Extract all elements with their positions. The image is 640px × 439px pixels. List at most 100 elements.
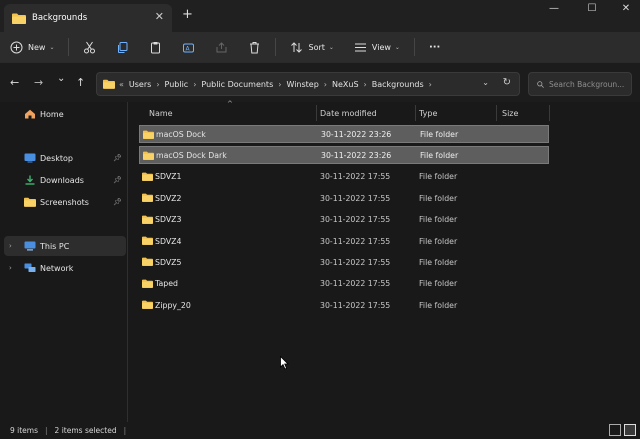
sidebar-item-home[interactable]: Home bbox=[0, 104, 126, 124]
chevron-right-icon[interactable]: › bbox=[193, 80, 196, 89]
crumb-public[interactable]: Public bbox=[165, 80, 189, 89]
address-bar[interactable]: « Users › Public › Public Documents › Wi… bbox=[96, 72, 520, 96]
paste-button[interactable] bbox=[149, 36, 162, 58]
file-row[interactable]: macOS Dock Dark 30-11-2022 23:26 File fold… bbox=[139, 146, 549, 165]
file-date-modified: 30-11-2022 17:55 bbox=[320, 215, 391, 225]
chevron-down-icon: ⌄ bbox=[394, 43, 400, 51]
file-row[interactable]: SDVZ3 30-11-2022 17:55 File folder bbox=[139, 211, 549, 229]
divider: | bbox=[45, 426, 48, 435]
cut-button[interactable] bbox=[83, 36, 96, 58]
up-button[interactable]: ↑ bbox=[76, 76, 85, 89]
folder-icon bbox=[24, 197, 36, 207]
folder-icon bbox=[142, 236, 153, 245]
file-name: SDVZ4 bbox=[155, 236, 182, 246]
file-name: Taped bbox=[155, 279, 178, 289]
file-row[interactable]: Taped 30-11-2022 17:55 File folder bbox=[139, 275, 549, 293]
folder-icon bbox=[143, 130, 154, 139]
file-row[interactable]: SDVZ4 30-11-2022 17:55 File folder bbox=[139, 232, 549, 250]
overflow-crumbs-button[interactable]: « bbox=[119, 80, 124, 89]
maximize-button[interactable]: ☐ bbox=[580, 3, 604, 17]
file-row[interactable]: SDVZ1 30-11-2022 17:55 File folder bbox=[139, 168, 549, 186]
crumb-nexus[interactable]: NeXuS bbox=[332, 80, 359, 89]
folder-icon bbox=[103, 79, 115, 89]
pin-icon[interactable]: 📌︎ bbox=[113, 154, 122, 162]
delete-button[interactable] bbox=[248, 36, 261, 58]
sidebar-item-downloads[interactable]: Downloads 📌︎ bbox=[0, 170, 126, 190]
chevron-right-icon[interactable]: › bbox=[9, 264, 12, 272]
minimize-button[interactable]: — bbox=[542, 3, 566, 17]
share-icon bbox=[216, 41, 227, 52]
pin-icon[interactable]: 📌︎ bbox=[113, 198, 122, 206]
file-type: File folder bbox=[419, 172, 458, 182]
sidebar-item-screenshots[interactable]: Screenshots 📌︎ bbox=[0, 192, 126, 212]
crumb-public-documents[interactable]: Public Documents bbox=[201, 80, 273, 89]
new-label: New bbox=[28, 42, 46, 52]
chevron-down-icon[interactable]: ⌄ bbox=[482, 78, 489, 87]
back-button[interactable]: ← bbox=[10, 76, 19, 89]
file-row[interactable]: SDVZ5 30-11-2022 17:55 File folder bbox=[139, 253, 549, 271]
crumb-backgrounds[interactable]: Backgrounds bbox=[372, 80, 424, 89]
sidebar-item-this-pc[interactable]: › This PC bbox=[4, 236, 126, 256]
sidebar-item-desktop[interactable]: Desktop 📌︎ bbox=[0, 148, 126, 168]
close-window-button[interactable]: ✕ bbox=[614, 3, 638, 17]
sort-button[interactable]: Sort ⌄ bbox=[290, 36, 334, 58]
file-type: File folder bbox=[419, 257, 458, 267]
divider bbox=[413, 38, 415, 56]
details-view-button[interactable] bbox=[609, 424, 621, 436]
close-tab-icon[interactable]: ✕ bbox=[155, 10, 164, 23]
file-row[interactable]: SDVZ2 30-11-2022 17:55 File folder bbox=[139, 189, 549, 207]
large-icons-view-button[interactable] bbox=[624, 424, 636, 436]
folder-icon bbox=[142, 257, 153, 267]
sidebar-item-network[interactable]: › Network bbox=[0, 258, 126, 278]
rename-icon: A bbox=[183, 43, 195, 52]
column-header-size[interactable]: Size bbox=[502, 102, 518, 124]
chevron-right-icon[interactable]: › bbox=[156, 80, 159, 89]
folder-icon bbox=[142, 279, 153, 288]
file-date-modified: 30-11-2022 17:55 bbox=[320, 193, 391, 203]
recent-locations-button[interactable]: ⌄ bbox=[57, 73, 65, 84]
file-row[interactable]: Zippy_20 30-11-2022 17:55 File folder bbox=[139, 296, 549, 314]
file-type: File folder bbox=[420, 150, 459, 160]
column-header-date-modified[interactable]: Date modified bbox=[320, 102, 377, 124]
chevron-down-icon: ⌄ bbox=[49, 43, 55, 51]
chevron-right-icon[interactable]: › bbox=[278, 80, 281, 89]
mouse-cursor-icon bbox=[280, 356, 289, 370]
file-type: File folder bbox=[419, 300, 458, 310]
rename-button[interactable]: A bbox=[182, 36, 195, 58]
file-date-modified: 30-11-2022 23:26 bbox=[321, 129, 392, 139]
refresh-icon[interactable]: ↻ bbox=[503, 77, 511, 88]
copy-button[interactable] bbox=[116, 36, 129, 58]
network-icon bbox=[24, 263, 36, 272]
crumb-winstep[interactable]: Winstep bbox=[286, 80, 318, 89]
column-divider[interactable] bbox=[496, 105, 497, 121]
chevron-right-icon[interactable]: › bbox=[9, 242, 12, 250]
tab-backgrounds[interactable]: Backgrounds ✕ bbox=[4, 4, 172, 32]
divider bbox=[275, 38, 277, 56]
file-row[interactable]: macOS Dock 30-11-2022 23:26 File folder bbox=[139, 125, 549, 143]
column-divider[interactable] bbox=[549, 105, 550, 121]
search-input[interactable] bbox=[549, 79, 631, 89]
chevron-right-icon[interactable]: › bbox=[429, 80, 432, 89]
crumb-users[interactable]: Users bbox=[129, 80, 151, 89]
chevron-right-icon[interactable]: › bbox=[364, 80, 367, 89]
search-box[interactable] bbox=[528, 72, 632, 96]
view-button[interactable]: View ⌄ bbox=[354, 36, 400, 58]
forward-button[interactable]: → bbox=[34, 76, 43, 89]
folder-icon bbox=[143, 151, 154, 161]
pin-icon[interactable]: 📌︎ bbox=[113, 176, 122, 184]
column-divider[interactable] bbox=[316, 105, 317, 121]
new-button[interactable]: New ⌄ bbox=[10, 36, 54, 58]
more-options-button[interactable]: ··· bbox=[429, 36, 440, 58]
column-header-name[interactable]: Name bbox=[149, 102, 173, 124]
column-header-type[interactable]: Type bbox=[419, 102, 437, 124]
chevron-right-icon[interactable]: › bbox=[324, 80, 327, 89]
tab-title: Backgrounds bbox=[32, 13, 88, 23]
sidebar-item-label: Downloads bbox=[40, 175, 84, 185]
new-tab-button[interactable]: + bbox=[182, 7, 193, 22]
file-date-modified: 30-11-2022 17:55 bbox=[320, 236, 391, 246]
file-type: File folder bbox=[420, 129, 459, 139]
column-divider[interactable] bbox=[415, 105, 416, 121]
search-icon bbox=[537, 80, 544, 88]
scissors-icon bbox=[84, 41, 96, 53]
share-button[interactable] bbox=[215, 36, 228, 58]
